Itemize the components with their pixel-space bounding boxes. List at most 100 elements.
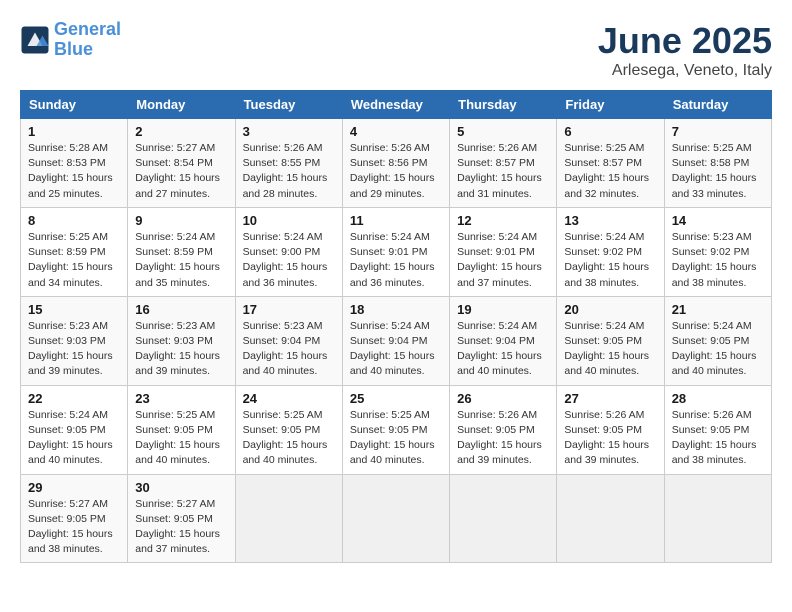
day-info: Sunrise: 5:25 AMSunset: 8:58 PMDaylight:…	[672, 141, 764, 202]
calendar-cell: 6 Sunrise: 5:25 AMSunset: 8:57 PMDaylight…	[557, 119, 664, 208]
day-number: 14	[672, 213, 764, 228]
logo-icon	[20, 25, 50, 55]
day-info: Sunrise: 5:27 AMSunset: 8:54 PMDaylight:…	[135, 141, 227, 202]
calendar-cell: 15Sunrise: 5:23 AMSunset: 9:03 PMDayligh…	[21, 296, 128, 385]
day-info: Sunrise: 5:28 AMSunset: 8:53 PMDaylight:…	[28, 141, 120, 202]
day-number: 26	[457, 391, 549, 406]
calendar-cell: 17 Sunrise: 5:23 AMSunset: 9:04 PMDayligh…	[235, 296, 342, 385]
day-info: Sunrise: 5:26 AMSunset: 9:05 PMDaylight:…	[672, 408, 764, 469]
col-header-sunday: Sunday	[21, 91, 128, 119]
week-row-5: 29 Sunrise: 5:27 AMSunset: 9:05 PMDayligh…	[21, 474, 772, 563]
day-info: Sunrise: 5:23 AMSunset: 9:03 PMDaylight:…	[135, 319, 227, 380]
day-number: 10	[243, 213, 335, 228]
day-number: 24	[243, 391, 335, 406]
col-header-tuesday: Tuesday	[235, 91, 342, 119]
day-info: Sunrise: 5:23 AMSunset: 9:03 PMDaylight:…	[28, 319, 120, 380]
calendar-cell	[664, 474, 771, 563]
day-info: Sunrise: 5:26 AMSunset: 9:05 PMDaylight:…	[457, 408, 549, 469]
calendar-cell	[450, 474, 557, 563]
calendar-table: SundayMondayTuesdayWednesdayThursdayFrid…	[20, 90, 772, 563]
day-number: 19	[457, 302, 549, 317]
calendar-cell: 18 Sunrise: 5:24 AMSunset: 9:04 PMDayligh…	[342, 296, 449, 385]
day-info: Sunrise: 5:24 AMSunset: 9:05 PMDaylight:…	[28, 408, 120, 469]
day-number: 30	[135, 480, 227, 495]
calendar-cell: 25 Sunrise: 5:25 AMSunset: 9:05 PMDayligh…	[342, 385, 449, 474]
day-number: 7	[672, 124, 764, 139]
calendar-cell: 9 Sunrise: 5:24 AMSunset: 8:59 PMDaylight…	[128, 207, 235, 296]
col-header-saturday: Saturday	[664, 91, 771, 119]
day-number: 6	[564, 124, 656, 139]
calendar-cell: 13 Sunrise: 5:24 AMSunset: 9:02 PMDayligh…	[557, 207, 664, 296]
day-number: 1	[28, 124, 120, 139]
calendar-cell: 22 Sunrise: 5:24 AMSunset: 9:05 PMDayligh…	[21, 385, 128, 474]
col-header-thursday: Thursday	[450, 91, 557, 119]
day-number: 4	[350, 124, 442, 139]
calendar-cell: 21Sunrise: 5:24 AMSunset: 9:05 PMDayligh…	[664, 296, 771, 385]
calendar-cell: 27Sunrise: 5:26 AMSunset: 9:05 PMDayligh…	[557, 385, 664, 474]
day-info: Sunrise: 5:24 AMSunset: 9:00 PMDaylight:…	[243, 230, 335, 291]
day-info: Sunrise: 5:26 AMSunset: 9:05 PMDaylight:…	[564, 408, 656, 469]
day-number: 21	[672, 302, 764, 317]
calendar-cell: 7 Sunrise: 5:25 AMSunset: 8:58 PMDaylight…	[664, 119, 771, 208]
calendar-cell: 28 Sunrise: 5:26 AMSunset: 9:05 PMDayligh…	[664, 385, 771, 474]
day-info: Sunrise: 5:24 AMSunset: 9:01 PMDaylight:…	[350, 230, 442, 291]
day-number: 22	[28, 391, 120, 406]
day-number: 2	[135, 124, 227, 139]
calendar-cell: 29Sunrise: 5:27 AMSunset: 9:05 PMDayligh…	[21, 474, 128, 563]
day-info: Sunrise: 5:24 AMSunset: 9:04 PMDaylight:…	[350, 319, 442, 380]
day-info: Sunrise: 5:25 AMSunset: 8:59 PMDaylight:…	[28, 230, 120, 291]
day-number: 11	[350, 213, 442, 228]
day-number: 29	[28, 480, 120, 495]
col-header-friday: Friday	[557, 91, 664, 119]
day-number: 20	[564, 302, 656, 317]
calendar-cell: 23 Sunrise: 5:25 AMSunset: 9:05 PMDayligh…	[128, 385, 235, 474]
calendar-cell: 16 Sunrise: 5:23 AMSunset: 9:03 PMDayligh…	[128, 296, 235, 385]
day-number: 9	[135, 213, 227, 228]
day-info: Sunrise: 5:24 AMSunset: 9:01 PMDaylight:…	[457, 230, 549, 291]
day-number: 8	[28, 213, 120, 228]
day-number: 16	[135, 302, 227, 317]
week-row-2: 8 Sunrise: 5:25 AMSunset: 8:59 PMDaylight…	[21, 207, 772, 296]
day-info: Sunrise: 5:24 AMSunset: 9:05 PMDaylight:…	[564, 319, 656, 380]
day-info: Sunrise: 5:25 AMSunset: 8:57 PMDaylight:…	[564, 141, 656, 202]
day-number: 28	[672, 391, 764, 406]
logo: General Blue	[20, 20, 121, 60]
day-info: Sunrise: 5:26 AMSunset: 8:56 PMDaylight:…	[350, 141, 442, 202]
day-info: Sunrise: 5:26 AMSunset: 8:55 PMDaylight:…	[243, 141, 335, 202]
day-number: 13	[564, 213, 656, 228]
day-number: 18	[350, 302, 442, 317]
week-row-1: 1 Sunrise: 5:28 AMSunset: 8:53 PMDaylight…	[21, 119, 772, 208]
calendar-cell: 8 Sunrise: 5:25 AMSunset: 8:59 PMDaylight…	[21, 207, 128, 296]
page-header: General Blue June 2025 Arlesega, Veneto,…	[20, 20, 772, 80]
day-info: Sunrise: 5:25 AMSunset: 9:05 PMDaylight:…	[135, 408, 227, 469]
day-number: 17	[243, 302, 335, 317]
calendar-cell	[557, 474, 664, 563]
day-info: Sunrise: 5:24 AMSunset: 9:04 PMDaylight:…	[457, 319, 549, 380]
location-subtitle: Arlesega, Veneto, Italy	[598, 62, 772, 80]
calendar-cell: 10 Sunrise: 5:24 AMSunset: 9:00 PMDayligh…	[235, 207, 342, 296]
calendar-cell: 1 Sunrise: 5:28 AMSunset: 8:53 PMDaylight…	[21, 119, 128, 208]
calendar-cell: 2 Sunrise: 5:27 AMSunset: 8:54 PMDaylight…	[128, 119, 235, 208]
calendar-cell: 14 Sunrise: 5:23 AMSunset: 9:02 PMDayligh…	[664, 207, 771, 296]
day-info: Sunrise: 5:23 AMSunset: 9:02 PMDaylight:…	[672, 230, 764, 291]
day-info: Sunrise: 5:24 AMSunset: 9:02 PMDaylight:…	[564, 230, 656, 291]
day-info: Sunrise: 5:25 AMSunset: 9:05 PMDaylight:…	[243, 408, 335, 469]
day-info: Sunrise: 5:23 AMSunset: 9:04 PMDaylight:…	[243, 319, 335, 380]
day-info: Sunrise: 5:27 AMSunset: 9:05 PMDaylight:…	[135, 497, 227, 558]
calendar-cell: 11 Sunrise: 5:24 AMSunset: 9:01 PMDayligh…	[342, 207, 449, 296]
day-number: 25	[350, 391, 442, 406]
calendar-cell: 4 Sunrise: 5:26 AMSunset: 8:56 PMDaylight…	[342, 119, 449, 208]
calendar-cell: 24 Sunrise: 5:25 AMSunset: 9:05 PMDayligh…	[235, 385, 342, 474]
day-info: Sunrise: 5:24 AMSunset: 8:59 PMDaylight:…	[135, 230, 227, 291]
day-number: 3	[243, 124, 335, 139]
calendar-cell: 30 Sunrise: 5:27 AMSunset: 9:05 PMDayligh…	[128, 474, 235, 563]
month-title: June 2025	[598, 20, 772, 62]
calendar-cell	[342, 474, 449, 563]
day-info: Sunrise: 5:25 AMSunset: 9:05 PMDaylight:…	[350, 408, 442, 469]
day-info: Sunrise: 5:26 AMSunset: 8:57 PMDaylight:…	[457, 141, 549, 202]
day-number: 23	[135, 391, 227, 406]
logo-text: General Blue	[54, 20, 121, 60]
week-row-3: 15Sunrise: 5:23 AMSunset: 9:03 PMDayligh…	[21, 296, 772, 385]
day-number: 5	[457, 124, 549, 139]
title-block: June 2025 Arlesega, Veneto, Italy	[598, 20, 772, 80]
